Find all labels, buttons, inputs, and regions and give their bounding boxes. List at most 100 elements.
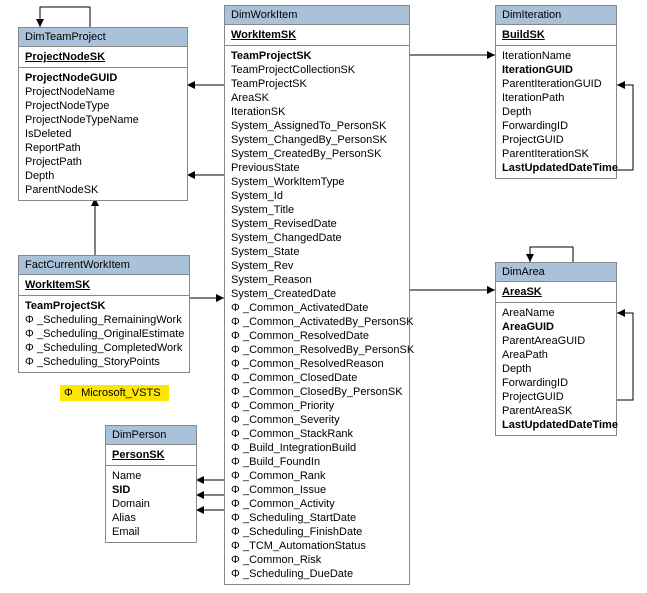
field-label: ParentIterationGUID — [502, 78, 602, 90]
field-row: SID — [112, 483, 190, 497]
field-row: TeamProjectSK — [231, 49, 403, 63]
field-label: System_WorkItemType — [231, 176, 345, 188]
field-row: TeamProjectSK — [25, 299, 183, 313]
field-row: ReportPath — [25, 141, 181, 155]
entity-pk: AreaSK — [502, 285, 610, 299]
field-label: System_State — [231, 246, 299, 258]
field-label: IterationSK — [231, 106, 285, 118]
field-label: _Build_IntegrationBuild — [243, 442, 356, 454]
field-label: ParentAreaSK — [502, 405, 572, 417]
field-row: Φ_Common_ClosedDate — [231, 371, 403, 385]
field-label: AreaGUID — [502, 321, 554, 333]
field-row: Φ_Common_Rank — [231, 469, 403, 483]
field-row: ParentIterationGUID — [502, 77, 610, 91]
field-label: _Scheduling_StoryPoints — [37, 356, 160, 368]
field-label: _Common_Rank — [243, 470, 326, 482]
field-label: Email — [112, 526, 140, 538]
field-label: ReportPath — [25, 142, 81, 154]
field-label: Domain — [112, 498, 150, 510]
field-label: System_Rev — [231, 260, 293, 272]
prefix-icon: Φ — [25, 341, 37, 355]
field-row: Φ_Scheduling_StoryPoints — [25, 355, 183, 369]
field-label: System_AssignedTo_PersonSK — [231, 120, 386, 132]
field-row: Depth — [502, 362, 610, 376]
field-row: Φ_Common_Activity — [231, 497, 403, 511]
prefix-icon: Φ — [231, 567, 243, 581]
field-label: ForwardingID — [502, 377, 568, 389]
field-label: Depth — [502, 106, 531, 118]
field-row: ProjectGUID — [502, 390, 610, 404]
field-label: System_RevisedDate — [231, 218, 337, 230]
field-label: _Scheduling_StartDate — [243, 512, 356, 524]
entity-fields: TeamProjectSKTeamProjectCollectionSKTeam… — [225, 46, 409, 584]
prefix-icon: Φ — [231, 483, 243, 497]
field-label: TeamProjectSK — [25, 300, 106, 312]
field-row: Email — [112, 525, 190, 539]
field-label: ParentAreaGUID — [502, 335, 585, 347]
field-row: System_Reason — [231, 273, 403, 287]
prefix-icon: Φ — [231, 399, 243, 413]
field-label: LastUpdatedDateTime — [502, 419, 618, 431]
field-label: _Common_ClosedBy_PersonSK — [243, 386, 403, 398]
entity-title: DimArea — [496, 263, 616, 282]
field-row: TeamProjectCollectionSK — [231, 63, 403, 77]
field-label: ProjectGUID — [502, 134, 564, 146]
field-row: Φ_Scheduling_StartDate — [231, 511, 403, 525]
field-row: Φ_Scheduling_FinishDate — [231, 525, 403, 539]
legend-microsoft-vsts: Φ Microsoft_VSTS — [60, 385, 169, 401]
field-row: IterationGUID — [502, 63, 610, 77]
field-row: AreaGUID — [502, 320, 610, 334]
field-label: _Common_ActivatedDate — [243, 302, 368, 314]
prefix-icon: Φ — [231, 357, 243, 371]
field-row: ProjectNodeType — [25, 99, 181, 113]
field-row: IterationSK — [231, 105, 403, 119]
entity-fields: ProjectNodeGUID ProjectNodeNameProjectNod… — [19, 68, 187, 200]
entity-title: DimTeamProject — [19, 28, 187, 47]
field-row: Φ_Build_IntegrationBuild — [231, 441, 403, 455]
field-label: ProjectNodeName — [25, 86, 115, 98]
field-label: _Scheduling_DueDate — [243, 568, 353, 580]
field-row: IterationName — [502, 49, 610, 63]
field-label: System_ChangedBy_PersonSK — [231, 134, 387, 146]
entity-dim-work-item: DimWorkItem WorkItemSK TeamProjectSKTeam… — [224, 5, 410, 585]
field-row: Depth — [502, 105, 610, 119]
field-row: Depth — [25, 169, 181, 183]
field-label: _Common_Issue — [243, 484, 326, 496]
field-row: ForwardingID — [502, 119, 610, 133]
entity-pk: PersonSK — [112, 448, 190, 462]
field-label: Name — [112, 470, 141, 482]
field-label: ProjectNodeGUID — [25, 72, 117, 84]
entity-fields: IterationNameIterationGUIDParentIteratio… — [496, 46, 616, 178]
field-label: _Scheduling_OriginalEstimate — [37, 328, 184, 340]
entity-fields: NameSIDDomainAliasEmail — [106, 466, 196, 542]
prefix-icon: Φ — [231, 553, 243, 567]
field-label: System_Reason — [231, 274, 312, 286]
field-row: System_ChangedBy_PersonSK — [231, 133, 403, 147]
field-label: System_Id — [231, 190, 283, 202]
field-row: Φ_Build_FoundIn — [231, 455, 403, 469]
field-row: System_State — [231, 245, 403, 259]
field-label: IterationPath — [502, 92, 564, 104]
field-label: _Common_ResolvedBy_PersonSK — [243, 344, 414, 356]
field-row: Φ_Common_Severity — [231, 413, 403, 427]
field-row: ParentIterationSK — [502, 147, 610, 161]
field-row: System_AssignedTo_PersonSK — [231, 119, 403, 133]
field-label: _Common_ResolvedReason — [243, 358, 384, 370]
field-row: Φ_Scheduling_OriginalEstimate — [25, 327, 183, 341]
field-row: System_CreatedDate — [231, 287, 403, 301]
field-row: Φ_Common_ResolvedDate — [231, 329, 403, 343]
field-label: _Scheduling_RemainingWork — [37, 314, 182, 326]
entity-title: DimPerson — [106, 426, 196, 445]
entity-fields: TeamProjectSKΦ_Scheduling_RemainingWorkΦ… — [19, 296, 189, 372]
entity-dim-team-project: DimTeamProject ProjectNodeSK ProjectNode… — [18, 27, 188, 201]
prefix-icon: Φ — [231, 497, 243, 511]
field-row: System_RevisedDate — [231, 217, 403, 231]
prefix-icon: Φ — [25, 327, 37, 341]
field-label: System_CreatedDate — [231, 288, 336, 300]
field-row: ProjectNodeGUID — [25, 71, 181, 85]
field-row: Φ_Scheduling_RemainingWork — [25, 313, 183, 327]
field-label: System_Title — [231, 204, 294, 216]
entity-title: FactCurrentWorkItem — [19, 256, 189, 275]
prefix-icon: Φ — [231, 441, 243, 455]
entity-dim-area: DimArea AreaSK AreaNameAreaGUIDParentAre… — [495, 262, 617, 436]
